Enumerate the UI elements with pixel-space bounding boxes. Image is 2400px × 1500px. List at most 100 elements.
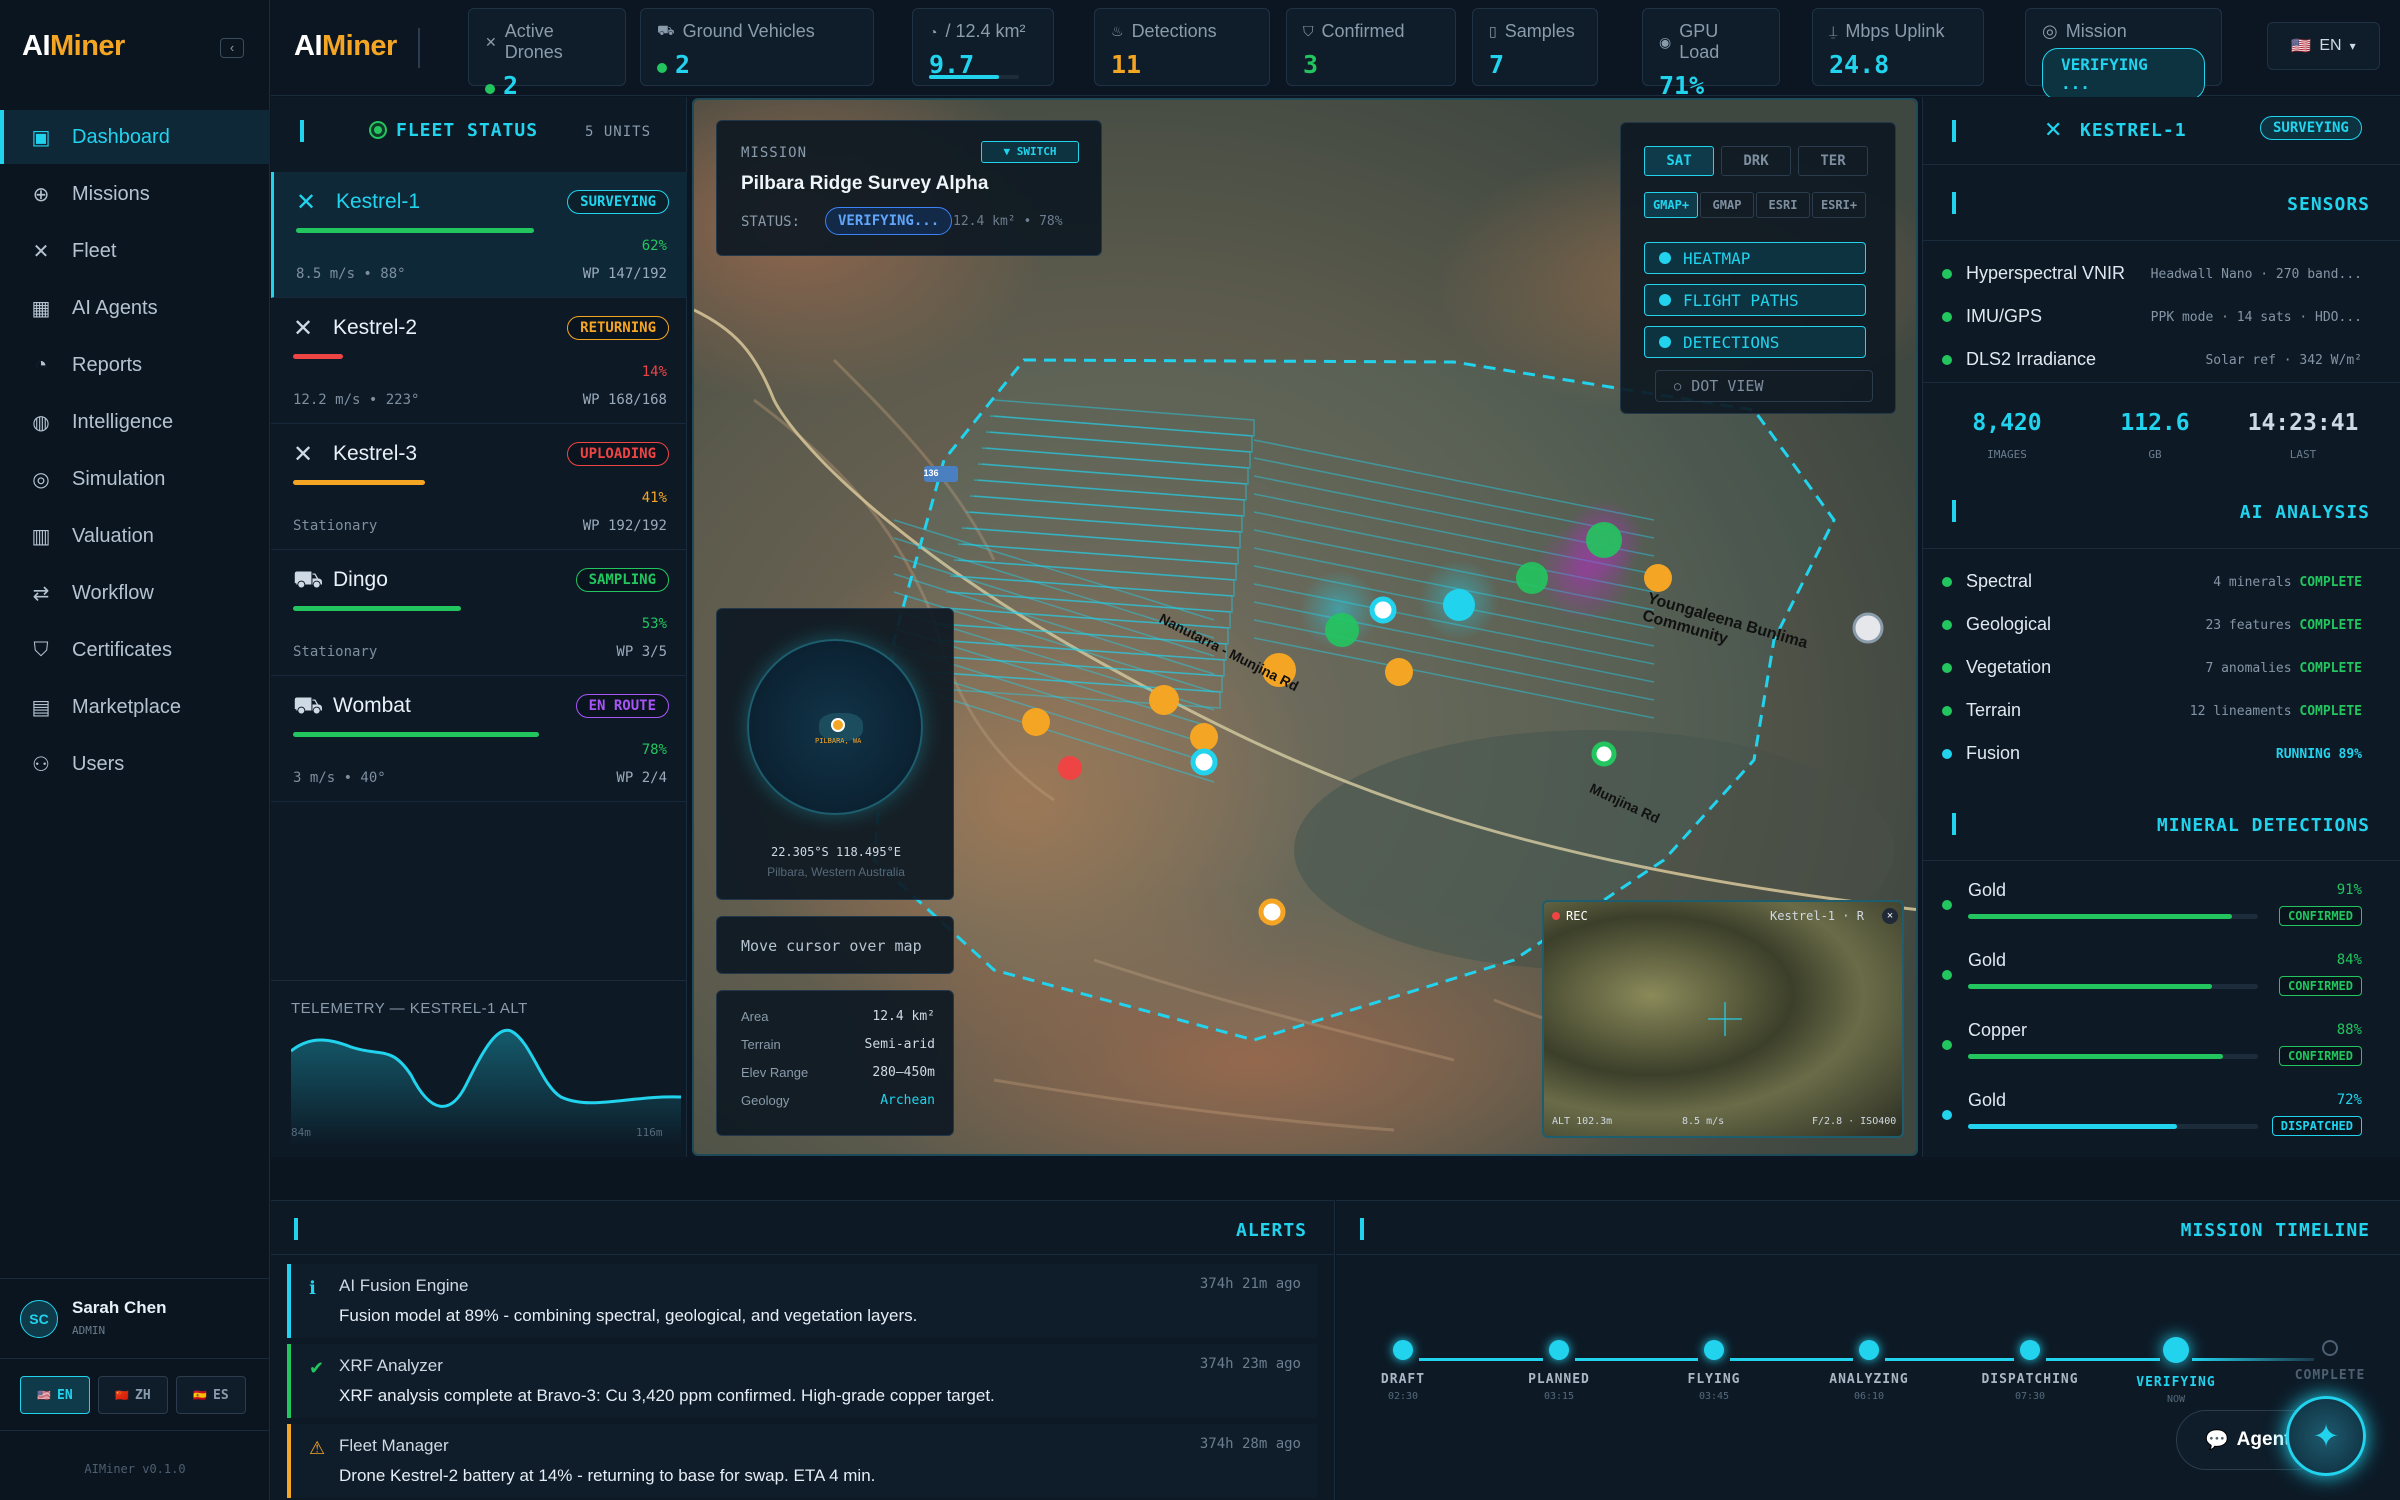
divider: [1922, 164, 2400, 165]
avatar[interactable]: SC: [20, 1300, 58, 1338]
sidebar-item-reports[interactable]: ◔ Reports: [0, 338, 270, 392]
sidebar-item-simulation[interactable]: ◎ Simulation: [0, 452, 270, 506]
language-select[interactable]: 🇺🇸 EN ▾: [2267, 22, 2380, 70]
stat-card-12-4-km[interactable]: ◔/ 12.4 km² 9.7: [912, 8, 1054, 86]
check-icon: ✔: [309, 1358, 325, 1378]
map-style-tab-sat[interactable]: SAT: [1644, 146, 1714, 176]
analysis-state: COMPLETE: [2299, 575, 2362, 590]
fleet-card-kestrel-2[interactable]: ✕ Kestrel-2 RETURNING 14% 12.2 m/s • 223° WP …: [271, 298, 687, 424]
map-view[interactable]: 136 Nanutarra - Munjina Rd Munjina Rd Yo…: [692, 98, 1918, 1156]
timeline-step-analyzing[interactable]: ANALYZING 06:10: [1809, 1340, 1929, 1402]
stat-card-ground-vehicles[interactable]: ⛟ Ground Vehicles 2: [640, 8, 874, 86]
close-icon[interactable]: ×: [1882, 908, 1898, 924]
sensor-name: DLS2 Irradiance: [1966, 349, 2097, 369]
fleet-card-wombat[interactable]: ⛟ Wombat EN ROUTE 78% 3 m/s • 40° WP 2/4: [271, 676, 687, 802]
map-source-tab-gmap-plus[interactable]: GMAP+: [1644, 192, 1698, 218]
mission-status-card[interactable]: ◎ Mission VERIFYING ...: [2025, 8, 2222, 100]
map-source-tab-gmap[interactable]: GMAP: [1700, 192, 1754, 218]
mineral-detection-row[interactable]: Gold 84% CONFIRMED: [1942, 950, 2382, 1012]
drone-camera-feed[interactable]: REC Kestrel-1 · R × ALT 102.3m 8.5 m/s F…: [1542, 900, 1904, 1138]
header-logo[interactable]: AIMiner: [294, 30, 397, 63]
mineral-state-badge: CONFIRMED: [2278, 976, 2362, 996]
sidebar-item-missions[interactable]: ⊕ Missions: [0, 167, 270, 221]
fleet-card-kestrel-1[interactable]: ✕ Kestrel-1 SURVEYING 62% 8.5 m/s • 88° WP 14…: [271, 172, 687, 298]
stat-card-gpu-load[interactable]: ◉ GPU Load 71%: [1642, 8, 1780, 100]
sparkle-icon[interactable]: ✦: [2286, 1396, 2366, 1476]
unit-progress-bar: [293, 480, 425, 485]
fleet-card-kestrel-3[interactable]: ✕ Kestrel-3 UPLOADING 41% Stationary WP 192/1…: [271, 424, 687, 550]
map-style-tab-drk[interactable]: DRK: [1721, 146, 1791, 176]
sensor-row[interactable]: DLS2 Irradiance Solar ref · 342 W/m²: [1942, 349, 2382, 370]
stat-card-confirmed[interactable]: ⛉ Confirmed 3: [1286, 8, 1456, 86]
language-option-zh[interactable]: 🇨🇳 ZH: [98, 1376, 168, 1414]
mineral-state-badge: DISPATCHED: [2271, 1116, 2362, 1136]
sensor-detail: Solar ref · 342 W/m²: [2205, 353, 2362, 368]
unit-meta: Stationary: [293, 644, 378, 660]
detection-marker: [1190, 748, 1218, 776]
timeline-step-verifying[interactable]: VERIFYING NOW: [2116, 1337, 2236, 1405]
info-value: Archean: [880, 1093, 935, 1108]
sensor-row[interactable]: IMU/GPS PPK mode · 14 sats · HDO...: [1942, 306, 2382, 327]
analysis-row-fusion[interactable]: Fusion RUNNING 89%: [1942, 743, 2382, 764]
mineral-detection-row[interactable]: Copper 88% CONFIRMED: [1942, 1020, 2382, 1082]
sidebar-item-certificates[interactable]: ⛉ Certificates: [0, 623, 270, 677]
app-logo[interactable]: AIMiner: [22, 30, 125, 63]
sidebar-item-marketplace[interactable]: ▤ Marketplace: [0, 680, 270, 734]
switch-mission-button[interactable]: ▼ SWITCH: [981, 141, 1079, 163]
info-row: Elev Range 280–450m: [741, 1065, 935, 1080]
language-option-en[interactable]: 🇺🇸 EN: [20, 1376, 90, 1414]
sidebar-item-valuation[interactable]: ▥ Valuation: [0, 509, 270, 563]
layer-toggle-detections[interactable]: DETECTIONS: [1644, 326, 1866, 358]
sidebar-item-ai-agents[interactable]: ▦ AI Agents: [0, 281, 270, 335]
crosshair-icon: ⊕: [32, 183, 50, 206]
drone-icon: ✕: [296, 189, 317, 216]
alert-item[interactable]: ⚠ Fleet Manager Drone Kestrel-2 battery at…: [287, 1424, 1317, 1498]
analysis-row-terrain[interactable]: Terrain 12 lineaments COMPLETE: [1942, 700, 2382, 721]
timeline-step-flying[interactable]: FLYING 03:45: [1654, 1340, 1774, 1402]
timeline-step-draft[interactable]: DRAFT 02:30: [1343, 1340, 1463, 1402]
analysis-row-geological[interactable]: Geological 23 features COMPLETE: [1942, 614, 2382, 635]
sidebar-item-users[interactable]: ⚇ Users: [0, 737, 270, 791]
layer-toggle-label: FLIGHT PATHS: [1683, 290, 1799, 310]
timeline-step-complete[interactable]: COMPLETE: [2270, 1340, 2390, 1387]
stat-card-active-drones[interactable]: ✕ Active Drones 2: [468, 8, 626, 100]
analysis-row-vegetation[interactable]: Vegetation 7 anomalies COMPLETE: [1942, 657, 2382, 678]
sensor-row[interactable]: Hyperspectral VNIR Headwall Nano · 270 ba…: [1942, 263, 2382, 284]
map-style-tab-ter[interactable]: TER: [1798, 146, 1868, 176]
sidebar-item-intelligence[interactable]: ◍ Intelligence: [0, 395, 270, 449]
language-option-es[interactable]: 🇪🇸 ES: [176, 1376, 246, 1414]
stat-card-detections[interactable]: ♨ Detections 11: [1094, 8, 1270, 86]
analysis-row-spectral[interactable]: Spectral 4 minerals COMPLETE: [1942, 571, 2382, 592]
layer-toggle-heatmap[interactable]: HEATMAP: [1644, 242, 1866, 274]
divider: [0, 1278, 270, 1279]
area-info-panel: Area 12.4 km² Terrain Semi-arid Elev Range 28…: [716, 990, 954, 1136]
mineral-detection-row[interactable]: Gold 72% DISPATCHED: [1942, 1090, 2382, 1152]
alert-item[interactable]: ✔ XRF Analyzer XRF analysis complete at Br…: [287, 1344, 1317, 1418]
unit-progress-pct: 62%: [641, 238, 667, 254]
timeline-step-planned[interactable]: PLANNED 03:15: [1499, 1340, 1619, 1402]
stat-card-samples[interactable]: ▯ Samples 7: [1472, 8, 1598, 86]
map-source-tab-esri-plus[interactable]: ESRI+: [1812, 192, 1866, 218]
step-marker: [2163, 1337, 2189, 1363]
timeline-step-dispatching[interactable]: DISPATCHING 07:30: [1970, 1340, 2090, 1402]
mineral-confidence: 72%: [2336, 1092, 2362, 1108]
dot-view-button[interactable]: ○ DOT VIEW: [1655, 370, 1873, 402]
mission-label: Mission: [2065, 21, 2127, 41]
alert-item[interactable]: ℹ AI Fusion Engine Fusion model at 89% - c…: [287, 1264, 1317, 1338]
dot-view-label: DOT VIEW: [1691, 377, 1764, 395]
mineral-detection-row[interactable]: Gold 91% CONFIRMED: [1942, 880, 2382, 942]
sidebar-item-dashboard[interactable]: ▣ Dashboard: [0, 110, 270, 164]
layer-toggle-flight-paths[interactable]: FLIGHT PATHS: [1644, 284, 1866, 316]
sidebar-item-workflow[interactable]: ⇄ Workflow: [0, 566, 270, 620]
language-switcher: 🇺🇸 EN 🇨🇳 ZH 🇪🇸 ES: [20, 1376, 246, 1414]
globe-icon[interactable]: PILBARA, WA: [747, 639, 923, 815]
sidebar-item-fleet[interactable]: ✕ Fleet: [0, 224, 270, 278]
mission-meta: 12.4 km² • 78%: [953, 214, 1063, 229]
collapse-sidebar-button[interactable]: ‹: [220, 38, 244, 58]
feed-speed: 8.5 m/s: [1682, 1116, 1725, 1127]
stat-card-mbps-uplink[interactable]: ⍊ Mbps Uplink 24.8: [1812, 8, 1984, 86]
map-source-tab-esri[interactable]: ESRI: [1756, 192, 1810, 218]
drone-icon: ✕: [293, 315, 314, 342]
fleet-card-dingo[interactable]: ⛟ Dingo SAMPLING 53% Stationary WP 3/5: [271, 550, 687, 676]
timeline-title: MISSION TIMELINE: [2180, 1220, 2370, 1241]
